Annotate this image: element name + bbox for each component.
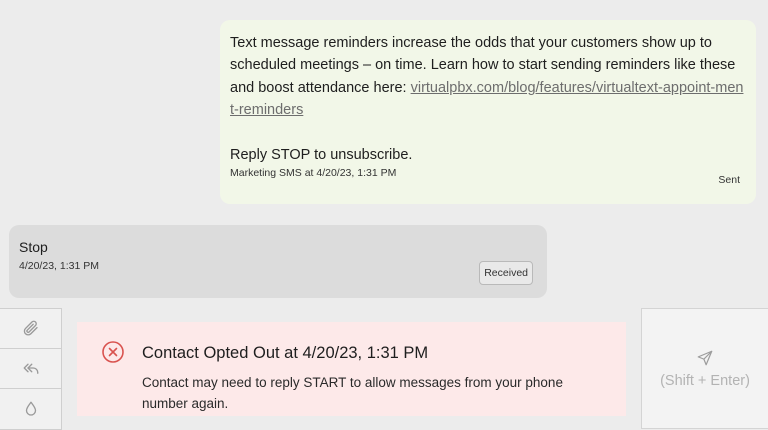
- unsubscribe-text: Reply STOP to unsubscribe.: [230, 147, 413, 164]
- opt-out-body: Contact may need to reply START to allow…: [142, 375, 563, 411]
- send-shortcut-hint: (Shift + Enter): [660, 372, 750, 389]
- received-status-badge: Received: [479, 261, 533, 285]
- error-circle-icon: [102, 341, 124, 363]
- templates-button[interactable]: [0, 348, 62, 389]
- sent-message-text: Text message reminders increase the odds…: [230, 32, 746, 166]
- opt-out-title: Contact Opted Out at 4/20/23, 1:31 PM: [142, 344, 429, 362]
- received-message-timestamp: 4/20/23, 1:31 PM: [19, 260, 99, 272]
- sent-message-bubble: Text message reminders increase the odds…: [220, 20, 756, 204]
- received-message-text: Stop: [19, 239, 48, 255]
- sent-status: Sent: [718, 174, 740, 186]
- opt-out-banner: Contact Opted Out at 4/20/23, 1:31 PM Co…: [77, 322, 626, 416]
- color-button[interactable]: [0, 389, 62, 430]
- received-message-bubble: Stop 4/20/23, 1:31 PM Received: [9, 225, 547, 298]
- composer: Contact Opted Out at 4/20/23, 1:31 PM Co…: [0, 308, 768, 430]
- attach-button[interactable]: [0, 308, 62, 349]
- reply-all-icon: [23, 363, 38, 375]
- droplet-icon: [25, 401, 36, 416]
- paperclip-icon: [23, 320, 38, 336]
- send-button[interactable]: (Shift + Enter): [641, 308, 768, 429]
- send-icon: [697, 350, 713, 365]
- composer-tools: [0, 308, 62, 430]
- sent-message-meta: Marketing SMS at 4/20/23, 1:31 PM: [230, 167, 397, 180]
- message-thread: Text message reminders increase the odds…: [0, 0, 768, 308]
